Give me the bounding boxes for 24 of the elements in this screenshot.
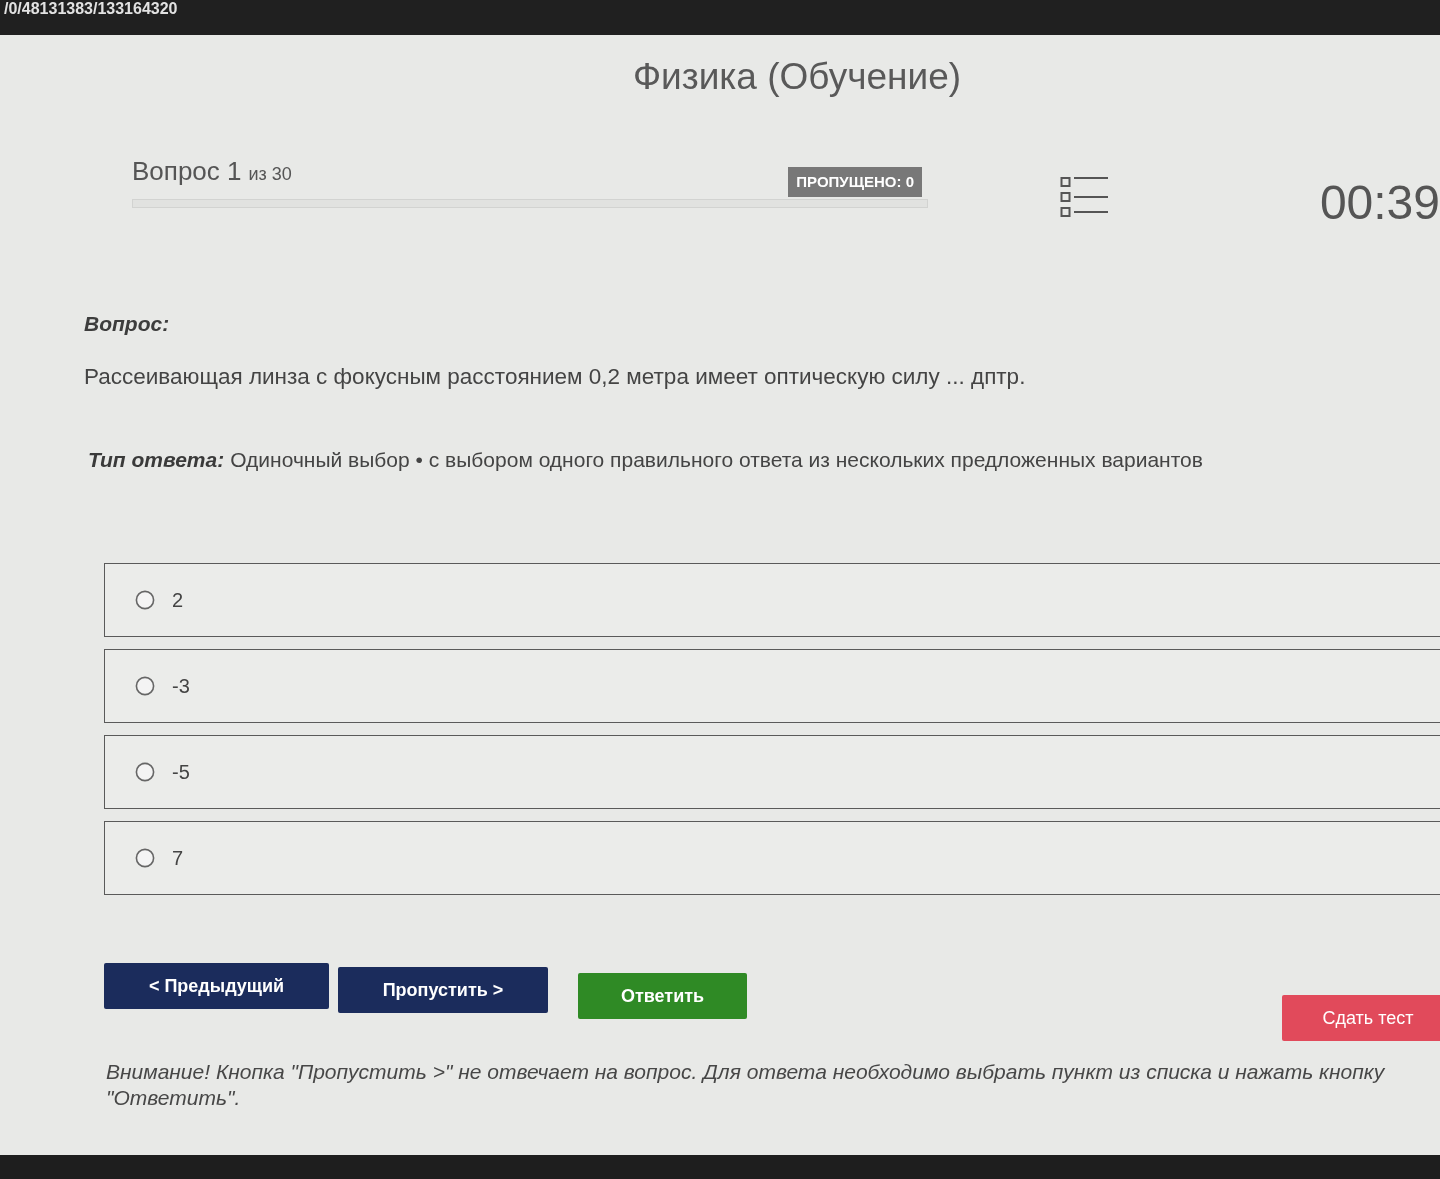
page-title: Физика (Обучение)	[632, 55, 962, 99]
radio-icon[interactable]	[135, 590, 155, 610]
answer-option[interactable]: -5	[104, 735, 1440, 809]
skipped-badge: ПРОПУЩЕНО: 0	[788, 167, 922, 197]
nav-button[interactable]: < Предыдущий	[104, 963, 329, 1009]
nav-button[interactable]: Пропустить >	[338, 967, 548, 1013]
answer-type-label: Тип ответа:	[88, 447, 225, 473]
answer-button[interactable]: Ответить	[578, 973, 747, 1019]
question-text: Рассеивающая линза с фокусным расстоянием 0,2 метра имеет оптическую силу ... дптр.	[84, 363, 1026, 391]
radio-icon[interactable]	[135, 676, 155, 696]
submit-button[interactable]: Сдать тест	[1282, 995, 1440, 1041]
question-counter: Вопрос 1	[132, 155, 242, 187]
list-icon[interactable]	[1060, 175, 1108, 217]
question-total: из 30	[248, 163, 292, 185]
answer-option[interactable]: 2	[104, 563, 1440, 637]
answer-option[interactable]: -3	[104, 649, 1440, 723]
notice-text: Внимание! Кнопка "Пропустить >" не отвечает на вопрос. Для ответа необходимо выбрать пункт из списка и нажать кнопку "Ответить".	[106, 1059, 1386, 1111]
answer-type-text: Одиночный выбор • с выбором одного правильного ответа из нескольких предложенных вариантов	[230, 447, 1203, 473]
question-heading: Вопрос:	[84, 311, 170, 337]
radio-icon[interactable]	[135, 848, 155, 868]
answer-option[interactable]: 7	[104, 821, 1440, 895]
radio-icon[interactable]	[135, 762, 155, 782]
url-text: /0/48131383/133164320	[3, 0, 178, 18]
timer-text: 00:39	[1319, 175, 1440, 231]
